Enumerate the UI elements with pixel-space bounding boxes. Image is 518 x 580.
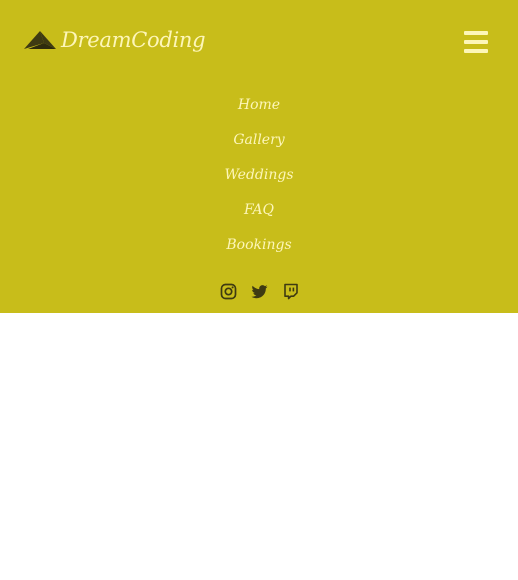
nav-item-home: Home [0, 88, 518, 123]
instagram-icon[interactable] [220, 283, 237, 300]
twitch-icon[interactable] [282, 283, 299, 300]
twitter-icon[interactable] [251, 283, 268, 300]
nav-link-home[interactable]: Home [238, 97, 280, 113]
nav-item-faq: FAQ [0, 193, 518, 228]
brand-link[interactable]: DreamCoding [24, 24, 206, 56]
nav-item-gallery: Gallery [0, 123, 518, 158]
nav-item-bookings: Bookings [0, 228, 518, 263]
nav-link-gallery[interactable]: Gallery [233, 132, 284, 148]
nav-item-weddings: Weddings [0, 158, 518, 193]
menu-toggle-button[interactable] [464, 31, 488, 53]
nav-link-weddings[interactable]: Weddings [224, 167, 293, 183]
nav-link-bookings[interactable]: Bookings [226, 237, 291, 253]
main-nav: Home Gallery Weddings FAQ Bookings [0, 88, 518, 263]
nav-link-faq[interactable]: FAQ [244, 202, 274, 218]
paper-plane-logo-icon [24, 31, 56, 49]
site-header: DreamCoding Home Gallery Weddings FAQ Bo… [0, 0, 518, 313]
brand-name: DreamCoding [61, 28, 206, 52]
social-links [0, 282, 518, 302]
